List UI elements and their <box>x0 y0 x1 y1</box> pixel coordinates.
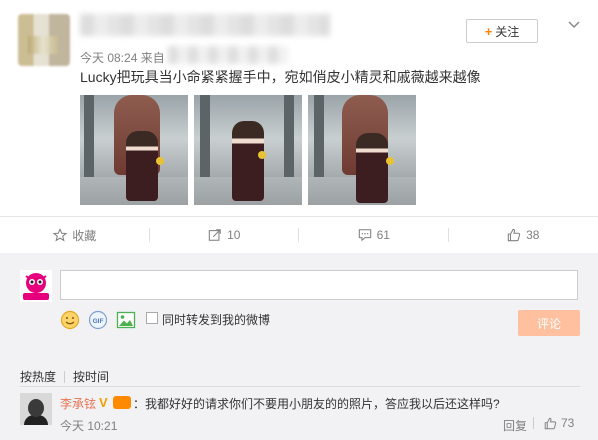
user-avatar[interactable] <box>20 270 52 302</box>
post-actions-bar: 收藏 10 61 38 <box>0 217 598 253</box>
forward-button[interactable]: 10 <box>150 217 300 253</box>
forward-checkbox-label: 同时转发到我的微博 <box>162 313 271 327</box>
image-icon[interactable] <box>116 310 136 330</box>
thumbs-up-icon <box>544 417 557 429</box>
comment-count: 61 <box>376 228 390 242</box>
plus-icon: + <box>484 23 493 39</box>
author-name-redacted <box>80 14 330 36</box>
commenter-avatar[interactable] <box>20 393 52 425</box>
reply-button[interactable]: 回复 <box>503 417 527 434</box>
sort-by-time[interactable]: 按时间 <box>73 368 109 385</box>
action-separator <box>149 228 150 242</box>
action-separator <box>298 228 299 242</box>
like-button[interactable]: 38 <box>449 217 598 253</box>
commenter-name[interactable]: 李承铉 <box>60 395 96 412</box>
post-text: Lucky把玩具当小命紧紧握手中，宛如俏皮小精灵和戚薇越来越像 <box>80 69 481 85</box>
comment-time: 今天 10:21 <box>60 419 118 433</box>
sort-by-hot[interactable]: 按热度 <box>20 368 56 385</box>
comment-sort-bar: 按热度 按时间 <box>20 368 109 385</box>
comment-button[interactable]: 61 <box>299 217 449 253</box>
post-meta: 今天 08:24 来自 <box>80 51 165 65</box>
divider <box>20 386 580 387</box>
post-source-redacted <box>168 46 288 64</box>
comment-icon <box>358 229 371 242</box>
verified-badge-icon: V <box>99 395 108 410</box>
post-photo-3[interactable] <box>308 95 416 205</box>
comment-text: ：我都好好的请求你们不要用小朋友的的照片，答应我以后还这样吗? <box>133 397 500 411</box>
post-photo-2[interactable] <box>194 95 302 205</box>
forward-checkbox[interactable] <box>146 312 158 324</box>
favorite-label: 收藏 <box>72 228 97 243</box>
action-separator <box>448 228 449 242</box>
forward-icon <box>208 229 221 241</box>
comment-like-button[interactable]: 73 <box>533 416 574 430</box>
chevron-down-icon[interactable] <box>566 16 582 32</box>
like-count: 38 <box>526 228 540 242</box>
svg-text:GIF: GIF <box>93 318 104 325</box>
favorite-button[interactable]: 收藏 <box>0 217 150 253</box>
emoji-icon[interactable] <box>60 310 80 330</box>
follow-button[interactable]: + 关注 <box>466 19 538 43</box>
comment-like-count: 73 <box>561 416 575 430</box>
author-avatar[interactable] <box>18 14 70 66</box>
submit-comment-button[interactable]: 评论 <box>518 310 580 336</box>
gif-icon[interactable]: GIF <box>88 310 108 330</box>
star-icon <box>53 228 68 242</box>
sort-separator <box>64 370 66 383</box>
comment-input[interactable] <box>60 270 578 300</box>
follow-label: 关注 <box>495 24 520 39</box>
thumbs-up-icon <box>507 228 521 242</box>
member-badge-icon <box>113 396 131 409</box>
post-photo-1[interactable] <box>80 95 188 205</box>
forward-count: 10 <box>227 228 241 242</box>
